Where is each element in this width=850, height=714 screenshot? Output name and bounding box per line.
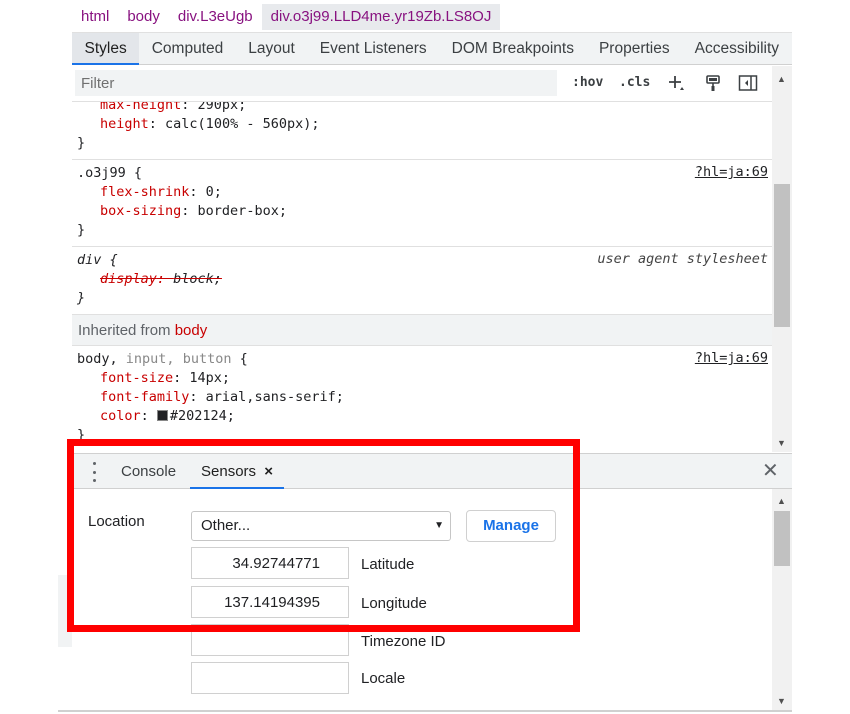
inherited-tag-link[interactable]: body — [175, 322, 208, 339]
locale-input[interactable] — [191, 662, 349, 694]
bottom-divider — [58, 710, 792, 712]
tab-sensors[interactable]: Sensors × — [190, 454, 284, 489]
timezone-label: Timezone ID — [361, 633, 446, 650]
rule-close-brace: } — [77, 222, 86, 238]
tab-console[interactable]: Console — [121, 454, 176, 489]
style-rule-div-user-agent: user agent stylesheet div { display: blo… — [72, 247, 772, 315]
style-declaration[interactable]: max-height: 290px; — [77, 102, 772, 115]
styles-scrollbar-thumb[interactable] — [774, 184, 790, 327]
tab-computed[interactable]: Computed — [139, 33, 236, 65]
hov-button[interactable]: :hov — [572, 72, 603, 94]
location-label: Location — [88, 513, 145, 530]
filter-input[interactable] — [75, 70, 557, 96]
left-edge-strip — [58, 575, 72, 647]
style-declaration[interactable]: flex-shrink: 0; — [77, 183, 772, 202]
new-style-rule-icon[interactable] — [665, 72, 687, 94]
drawer-tab-bar: Console Sensors × ✕ — [72, 453, 792, 489]
sensors-scrollbar-thumb[interactable] — [774, 511, 790, 566]
manage-locations-button[interactable]: Manage — [466, 510, 556, 542]
style-rule-o3j99: ?hl=ja:69 .o3j99 { flex-shrink: 0; box-s… — [72, 160, 772, 247]
rule-close-brace: } — [77, 290, 86, 306]
styles-pane: max-height: 290px; height: calc(100% - 5… — [72, 102, 772, 452]
style-declaration[interactable]: height: calc(100% - 560px); — [77, 115, 772, 134]
scroll-down-icon[interactable]: ▼ — [777, 438, 786, 448]
latitude-label: Latitude — [361, 556, 415, 573]
color-swatch-icon[interactable] — [156, 410, 168, 421]
tab-dom-breakpoints[interactable]: DOM Breakpoints — [439, 33, 586, 65]
latitude-input[interactable] — [191, 547, 349, 579]
breadcrumb-body[interactable]: body — [118, 4, 169, 30]
style-declaration[interactable]: font-size: 14px; — [77, 369, 772, 388]
tab-accessibility[interactable]: Accessibility — [682, 33, 791, 65]
tab-properties[interactable]: Properties — [586, 33, 682, 65]
timezone-input[interactable] — [191, 624, 349, 656]
style-rule: max-height: 290px; height: calc(100% - 5… — [72, 102, 772, 160]
sensors-scrollbar[interactable]: ▲ ▼ — [772, 489, 792, 710]
close-drawer-icon[interactable]: ✕ — [762, 460, 779, 482]
scroll-up-icon[interactable]: ▲ — [777, 496, 786, 506]
style-declaration[interactable]: box-sizing: border-box; — [77, 202, 772, 221]
cls-button[interactable]: .cls — [619, 72, 650, 94]
scroll-down-icon[interactable]: ▼ — [777, 696, 786, 706]
style-rule-body: ?hl=ja:69 body, input, button { font-siz… — [72, 346, 772, 451]
breadcrumb: html body div.L3eUgb div.o3j99.LLD4me.yr… — [72, 4, 501, 30]
rule-close-brace: } — [77, 427, 86, 443]
rule-selector[interactable]: .o3j99 { — [77, 164, 772, 183]
devtools-panel: html body div.L3eUgb div.o3j99.LLD4me.yr… — [72, 0, 792, 714]
toggle-sidebar-icon[interactable] — [737, 72, 759, 94]
paint-brush-icon[interactable] — [702, 72, 724, 94]
close-tab-icon[interactable]: × — [264, 463, 273, 480]
style-declaration[interactable]: font-family: arial,sans-serif; — [77, 388, 772, 407]
more-tools-icon[interactable] — [88, 462, 100, 482]
styles-filter-bar: :hov .cls — [72, 66, 792, 102]
rule-selector[interactable]: body, input, button { — [77, 350, 772, 369]
chevron-down-icon: ▼ — [434, 520, 444, 531]
tab-styles[interactable]: Styles — [72, 32, 140, 65]
style-declaration[interactable]: color: #202124; — [77, 407, 772, 426]
scroll-up-icon[interactable]: ▲ — [777, 74, 786, 84]
rule-close-brace: } — [77, 135, 86, 151]
tab-layout[interactable]: Layout — [236, 33, 308, 65]
rule-source-link[interactable]: ?hl=ja:69 — [695, 164, 768, 180]
breadcrumb-div-o3j99[interactable]: div.o3j99.LLD4me.yr19Zb.LS8OJ — [261, 4, 501, 30]
elements-subtabs: Styles Computed Layout Event Listeners D… — [72, 32, 792, 65]
breadcrumb-div-l3eugb[interactable]: div.L3eUgb — [169, 4, 262, 30]
sensors-panel: Location Other... ▼ Manage Latitude Long… — [72, 489, 772, 714]
overridden-declaration[interactable]: display: block; — [77, 270, 772, 289]
rule-source-link[interactable]: ?hl=ja:69 — [695, 350, 768, 366]
longitude-label: Longitude — [361, 595, 427, 612]
styles-scrollbar[interactable]: ▲ ▼ — [772, 66, 792, 452]
location-select[interactable]: Other... ▼ — [191, 511, 451, 541]
inherited-from-header: Inherited from body — [72, 315, 772, 346]
longitude-input[interactable] — [191, 586, 349, 618]
locale-label: Locale — [361, 670, 406, 687]
breadcrumb-html[interactable]: html — [72, 4, 118, 30]
tab-event-listeners[interactable]: Event Listeners — [307, 33, 439, 65]
rule-source-user-agent: user agent stylesheet — [597, 251, 768, 267]
